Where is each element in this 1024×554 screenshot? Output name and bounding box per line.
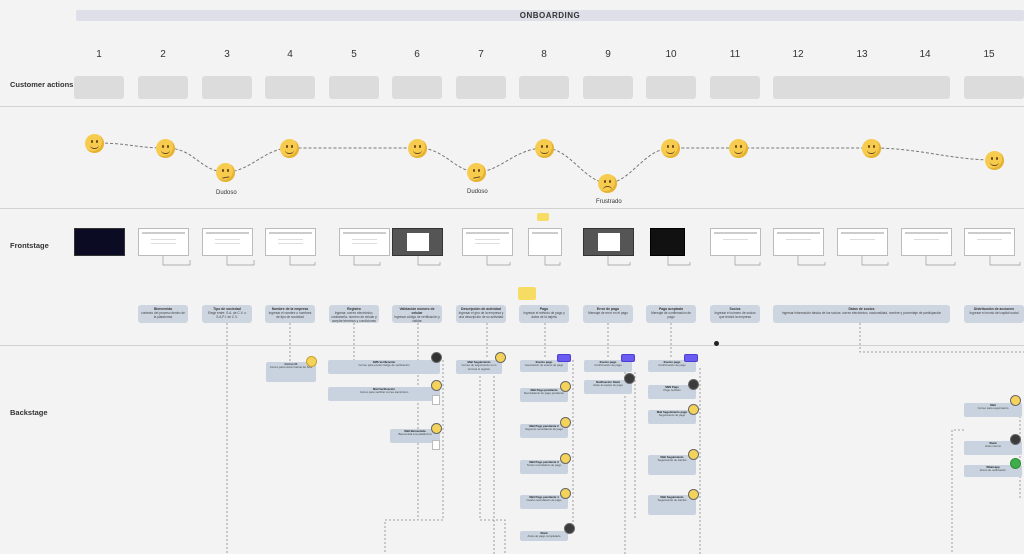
whatsapp-icon [1010, 458, 1021, 469]
backstage-note: Slack Aviso de pago completado [520, 531, 568, 541]
sms-icon [431, 352, 442, 363]
slack-icon [564, 523, 575, 534]
email-icon [688, 489, 699, 500]
email-thumbnail [432, 440, 440, 450]
email-icon [306, 356, 317, 367]
email-icon [560, 417, 571, 428]
sms-icon [688, 379, 699, 390]
stripe-icon [621, 354, 635, 362]
email-icon [495, 352, 506, 363]
email-icon [560, 381, 571, 392]
email-thumbnail [432, 395, 440, 405]
slack-icon [1010, 434, 1021, 445]
stripe-icon [684, 354, 698, 362]
stripe-icon [557, 354, 571, 362]
backstage-note: Mail Verificación Correo para verificar c… [328, 387, 440, 401]
email-icon [560, 488, 571, 499]
backstage-note: Mail Seguimiento Correo de seguimiento si… [456, 360, 502, 374]
email-icon [1010, 395, 1021, 406]
email-icon [688, 404, 699, 415]
email-icon [431, 423, 442, 434]
backstage-note: SMS Verificación Correo para enviar códig… [328, 360, 440, 374]
email-icon [560, 453, 571, 464]
email-icon [688, 449, 699, 460]
slack-icon [624, 373, 635, 384]
connector-lines [162, 256, 1024, 554]
email-icon [431, 380, 442, 391]
